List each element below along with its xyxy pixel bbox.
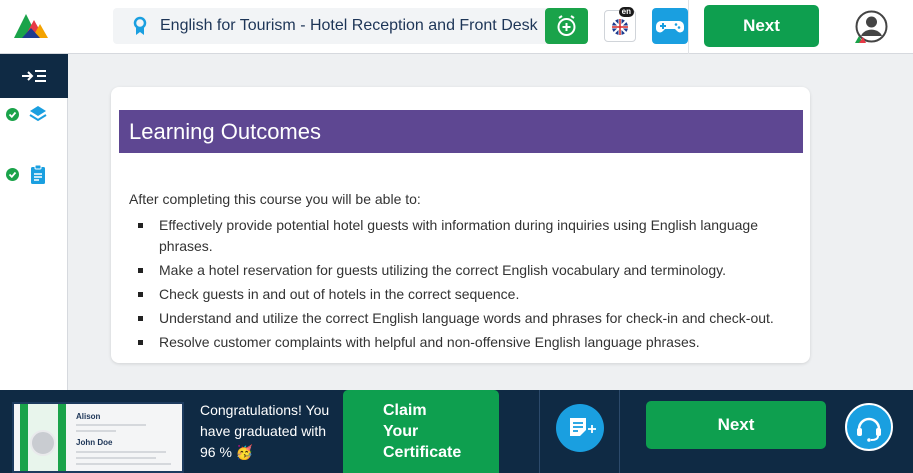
certificate-seal-icon [30,430,56,456]
add-note-icon [570,418,596,436]
completed-check-icon [6,168,19,181]
headset-icon [857,417,881,442]
congratulations-text: Congratulations! You have graduated with [200,402,330,439]
course-title: English for Tourism - Hotel Reception an… [160,17,538,34]
outcomes-list: Effectively provide potential hotel gues… [129,215,789,356]
certificate-name: John Doe [76,438,113,447]
claim-certificate-label: Claim Your Certificate [383,402,462,461]
sidebar-toggle-button[interactable] [0,54,68,98]
next-button-top[interactable]: Next [704,5,819,47]
bottom-bar: Alison John Doe Congratulations! You hav… [0,390,913,473]
certificate-line [76,430,116,432]
sidebar-item-assessment[interactable] [0,160,68,190]
list-item: Effectively provide potential hotel gues… [129,215,789,257]
expand-menu-icon [22,70,46,82]
certificate-line [76,457,156,459]
course-title-bar: English for Tourism - Hotel Reception an… [113,8,588,44]
layers-icon [29,106,47,122]
claim-certificate-button[interactable]: Claim Your Certificate [343,390,499,473]
graduation-score: 96 % [200,444,232,460]
award-ribbon-icon [133,16,147,35]
language-badge: en [618,7,634,17]
alarm-clock-icon [557,15,576,36]
header-divider [688,0,689,54]
support-button[interactable] [845,403,893,451]
learning-outcomes-card: Learning Outcomes After completing this … [111,87,810,363]
list-item: Check guests in and out of hotels in the… [129,284,789,305]
list-item: Understand and utilize the correct Engli… [129,308,789,329]
certificate-brand: Alison [76,412,101,421]
footer-divider [619,390,620,473]
completed-check-icon [6,108,19,121]
party-emoji-icon: 🥳 [235,444,254,460]
congratulations-message: Congratulations! You have graduated with… [200,400,340,463]
list-item: Make a hotel reservation for guests util… [129,260,789,281]
user-avatar-icon[interactable] [855,10,888,43]
reminder-button[interactable] [545,8,588,44]
list-item: Resolve customer complaints with helpful… [129,332,789,353]
add-note-button[interactable] [556,404,604,452]
certificate-line [76,451,166,453]
certificate-line [76,424,146,426]
game-button[interactable] [652,8,688,44]
sidebar [0,54,68,390]
certificate-line [76,463,171,465]
certificate-thumbnail[interactable]: Alison John Doe [12,402,184,473]
page-title: Learning Outcomes [129,119,321,144]
intro-text: After completing this course you will be… [129,191,421,207]
next-button-bottom[interactable]: Next [646,401,826,449]
card-header: Learning Outcomes [119,110,803,153]
main-content: Learning Outcomes After completing this … [68,54,913,390]
footer-divider [539,390,540,473]
language-selector[interactable]: en [604,7,636,42]
alison-logo[interactable] [10,10,52,40]
clipboard-icon [31,164,45,184]
gamepad-icon [656,21,684,33]
top-bar: English for Tourism - Hotel Reception an… [0,0,913,54]
sidebar-item-modules[interactable] [0,100,68,130]
